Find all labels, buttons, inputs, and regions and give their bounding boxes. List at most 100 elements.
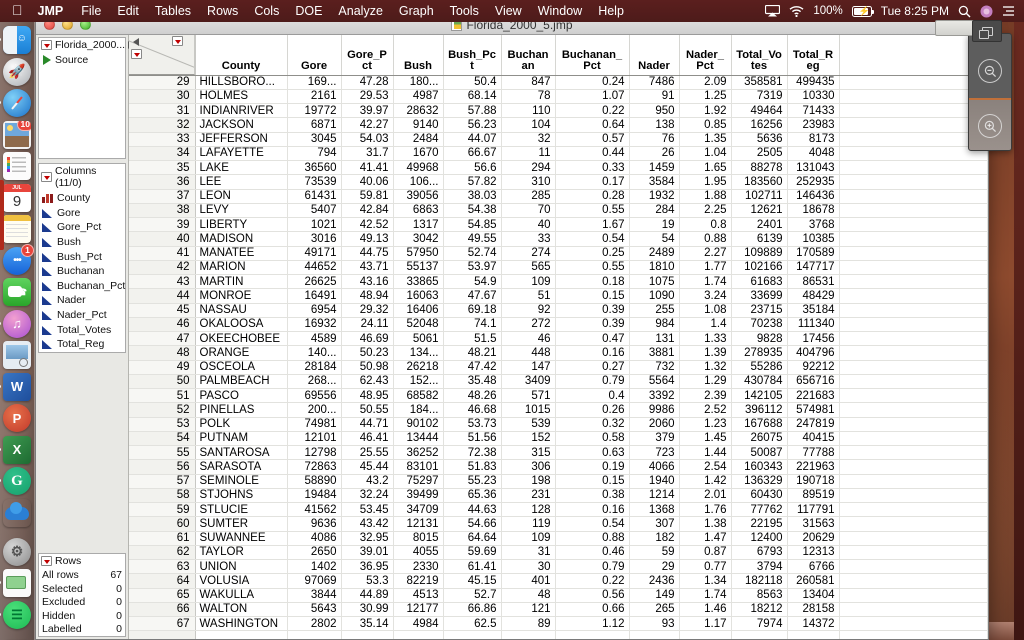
cell-gore[interactable]: 5643 <box>287 602 342 618</box>
cell-gore[interactable]: 36560 <box>287 160 342 176</box>
cell-total-reg[interactable]: 247819 <box>787 417 840 432</box>
column-header-gore[interactable]: Gore <box>287 35 342 76</box>
cell-buchanan-pct[interactable]: 0.58 <box>555 431 630 447</box>
cell-bush[interactable]: 75297 <box>393 474 444 489</box>
table-row[interactable]: 34 LAFAYETTE 794 31.7 1670 66.67 11 0.44 26 1.04 2… <box>129 146 988 162</box>
cell-gore[interactable]: 3045 <box>287 132 342 147</box>
table-row[interactable]: 42 MARION 44652 43.71 55137 53.97 565 0.55 1810 1… <box>129 260 988 276</box>
cell-buchanan[interactable]: 32 <box>501 132 556 147</box>
cell-buchanan-pct[interactable]: 0.18 <box>555 274 630 290</box>
cell-bush[interactable]: 49968 <box>393 160 444 176</box>
cell-buchanan[interactable]: 565 <box>501 260 556 276</box>
cell-bush[interactable]: 134... <box>393 345 444 361</box>
cell-county[interactable]: ORANGE <box>195 345 288 361</box>
cell-buchanan-pct[interactable]: 0.55 <box>555 203 630 219</box>
cell-nader[interactable]: 950 <box>629 103 680 119</box>
cell-nader-pct[interactable]: 1.29 <box>679 374 732 390</box>
cell-buchanan-pct[interactable]: 0.47 <box>555 331 630 347</box>
cell-buchanan[interactable]: 109 <box>501 274 556 290</box>
dock-item-system-preferences[interactable]: ⚙ <box>3 537 31 566</box>
row-number-cell[interactable]: 30 <box>129 89 196 105</box>
cell-total-votes[interactable]: 2401 <box>731 217 788 233</box>
cell-buchanan[interactable]: 1015 <box>501 402 556 418</box>
cell-buchanan[interactable]: 198 <box>501 474 556 489</box>
cell-nader[interactable]: 1075 <box>629 274 680 290</box>
columns-menu-red-triangle-icon[interactable] <box>172 36 183 46</box>
cell-gore[interactable]: 12798 <box>287 445 342 461</box>
cell-total-votes[interactable]: 33699 <box>731 288 788 304</box>
row-number-cell[interactable]: 40 <box>129 231 196 247</box>
cell-bush[interactable]: 5061 <box>393 331 444 347</box>
cell-total-reg[interactable]: 221683 <box>787 388 840 404</box>
table-row[interactable]: 40 MADISON 3016 49.13 3042 49.55 33 0.54 54 0.88 6… <box>129 231 988 247</box>
cell-county[interactable]: MADISON <box>195 231 288 247</box>
cell-gore[interactable]: 16491 <box>287 288 342 304</box>
menu-item-window[interactable]: Window <box>530 4 590 18</box>
cell-bush-pct[interactable]: 54.9 <box>443 274 502 290</box>
cell-bush-pct[interactable]: 45.15 <box>443 573 502 589</box>
cell-bush-pct[interactable]: 65.36 <box>443 488 502 504</box>
column-header-county[interactable]: County <box>195 35 288 76</box>
dock-item-excel[interactable]: X <box>0 435 31 464</box>
menu-item-graph[interactable]: Graph <box>391 4 442 18</box>
cell-total-reg[interactable]: 111340 <box>787 317 840 333</box>
cell-gore[interactable]: 16932 <box>287 317 342 333</box>
cell-nader[interactable]: 7486 <box>629 75 680 90</box>
cell-total-reg[interactable]: 170589 <box>787 246 840 261</box>
table-row[interactable]: 30 HOLMES 2161 29.53 4987 68.14 78 1.07 91 1.25 73… <box>129 89 988 105</box>
airplay-icon[interactable] <box>765 5 781 17</box>
cell-buchanan-pct[interactable]: 0.22 <box>555 573 630 589</box>
cell-buchanan[interactable]: 51 <box>501 288 556 304</box>
cell-total-reg[interactable]: 28158 <box>787 602 840 618</box>
cell-buchanan-pct[interactable]: 0.57 <box>555 132 630 147</box>
cell-gore-pct[interactable]: 48.95 <box>341 388 394 404</box>
cell-county[interactable]: WALTON <box>195 602 288 618</box>
dock-item-money[interactable] <box>0 569 31 597</box>
dock-item-photos[interactable]: 10 <box>3 120 31 149</box>
search-icon[interactable] <box>958 5 971 18</box>
cell-buchanan[interactable]: 539 <box>501 417 556 432</box>
column-header-total-reg[interactable]: Total_Reg <box>787 35 840 76</box>
cell-bush[interactable]: 106... <box>393 174 444 190</box>
cell-total-votes[interactable]: 12400 <box>731 531 788 546</box>
cell-gore-pct[interactable]: 39.97 <box>341 103 394 119</box>
row-number-cell[interactable]: 35 <box>129 160 196 176</box>
row-number-cell[interactable]: 33 <box>129 132 196 147</box>
cell-gore[interactable]: 3844 <box>287 588 342 603</box>
cell-buchanan[interactable]: 847 <box>501 75 556 90</box>
cell-buchanan-pct[interactable]: 0.54 <box>555 516 630 532</box>
cell-nader[interactable]: 131 <box>629 331 680 347</box>
row-number-cell[interactable]: 29 <box>129 75 196 90</box>
cell-nader[interactable]: 76 <box>629 132 680 147</box>
cell-buchanan[interactable]: 11 <box>501 146 556 162</box>
cell-total-votes[interactable]: 61683 <box>731 274 788 290</box>
cell-buchanan-pct[interactable]: 0.16 <box>555 502 630 518</box>
table-row[interactable]: 51 PASCO 69556 48.95 68582 48.26 571 0.4 3392 2.3… <box>129 388 988 404</box>
cell-nader-pct[interactable]: 1.44 <box>679 445 732 461</box>
cell-buchanan[interactable]: 294 <box>501 160 556 176</box>
cell-total-votes[interactable]: 7974 <box>731 616 788 632</box>
cell-total-reg[interactable]: 17456 <box>787 331 840 347</box>
cell-gore[interactable]: 73539 <box>287 174 342 190</box>
cell-nader-pct[interactable]: 2.52 <box>679 402 732 418</box>
table-row[interactable]: 35 LAKE 36560 41.41 49968 56.6 294 0.33 1459 1.65… <box>129 160 988 176</box>
cell-buchanan[interactable]: 231 <box>501 488 556 504</box>
cell-buchanan[interactable]: 33 <box>501 231 556 247</box>
cell-bush[interactable]: 2484 <box>393 132 444 147</box>
cell-total-votes[interactable]: 23715 <box>731 303 788 318</box>
column-item-total-votes[interactable]: Total_Votes <box>39 322 125 337</box>
menu-item-analyze[interactable]: Analyze <box>330 4 390 18</box>
cell-bush[interactable]: 39499 <box>393 488 444 504</box>
cell-gore[interactable]: 1021 <box>287 217 342 233</box>
cell-gore[interactable]: 1402 <box>287 559 342 575</box>
row-number-cell[interactable]: 44 <box>129 288 196 304</box>
column-item-buchanan[interactable]: Buchanan <box>39 264 125 279</box>
dock-item-messages[interactable]: ••• 1 <box>3 243 34 275</box>
cell-total-reg[interactable]: 31563 <box>787 516 840 532</box>
row-number-cell[interactable]: 61 <box>129 531 196 546</box>
cell-bush[interactable]: 82219 <box>393 573 444 589</box>
cell-county[interactable]: OKEECHOBEE <box>195 331 288 347</box>
cell-buchanan[interactable]: 128 <box>501 502 556 518</box>
cell-nader-pct[interactable]: 1.95 <box>679 174 732 190</box>
dock-item-contacts[interactable] <box>3 152 31 180</box>
